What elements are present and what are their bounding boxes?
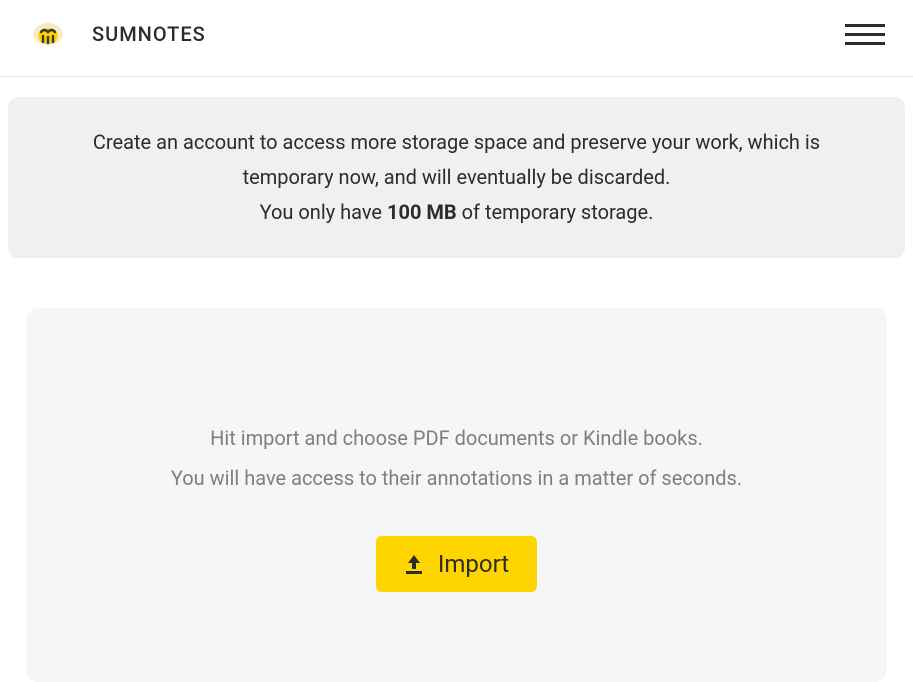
notice-text-line1: Create an account to access more storage… [48,125,865,195]
upload-icon [404,553,424,575]
import-instruction-line2: You will have access to their annotation… [66,458,847,498]
account-notice: Create an account to access more storage… [8,97,905,258]
main-container: Create an account to access more storage… [0,77,913,682]
notice-prefix: You only have [260,200,387,224]
hamburger-menu-icon[interactable] [841,20,889,49]
brand-name: SUMNOTES [92,22,206,46]
import-card: Hit import and choose PDF documents or K… [26,308,887,682]
import-instruction-line1: Hit import and choose PDF documents or K… [66,418,847,458]
import-button[interactable]: Import [376,536,537,592]
bee-logo-icon [24,14,72,54]
brand[interactable]: SUMNOTES [24,14,206,54]
storage-amount: 100 MB [387,200,457,224]
notice-suffix: of temporary storage. [457,200,654,224]
main-header: SUMNOTES [0,0,913,77]
notice-text-line2: You only have 100 MB of temporary storag… [48,195,865,230]
import-button-label: Import [438,550,509,578]
